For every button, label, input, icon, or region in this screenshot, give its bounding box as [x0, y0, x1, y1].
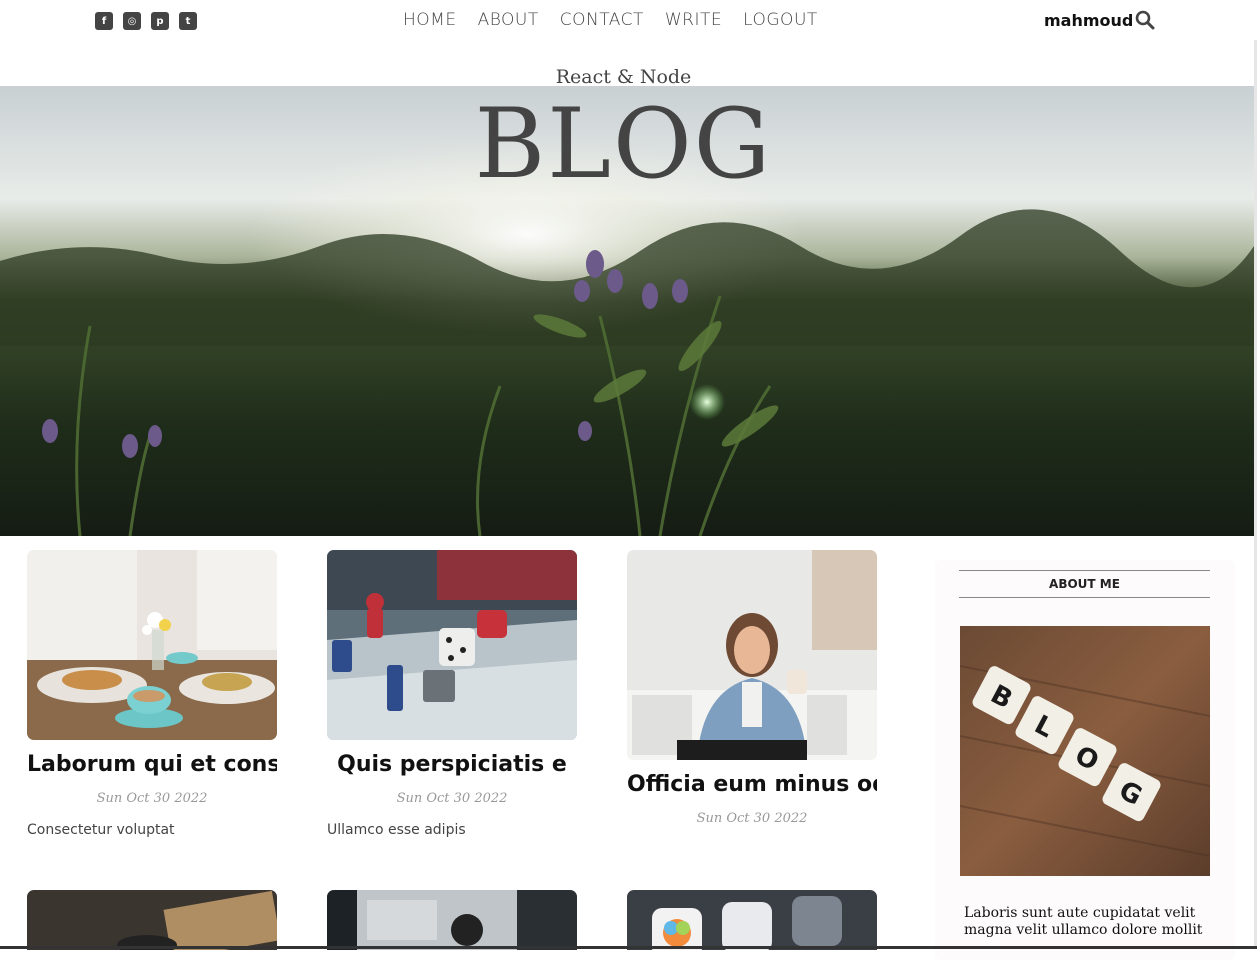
- post-card[interactable]: Quis perspiciatis e Sun Oct 30 2022 Ulla…: [327, 550, 577, 838]
- sidebar-image: B L O G: [960, 626, 1210, 876]
- post-date: Sun Oct 30 2022: [396, 791, 508, 806]
- sidebar-about-text: Laboris sunt aute cupidatat velit magna …: [964, 905, 1203, 938]
- user-area: mahmoud: [1044, 10, 1155, 30]
- username[interactable]: mahmoud: [1044, 11, 1133, 30]
- nav-logout[interactable]: LOGOUT: [743, 10, 818, 30]
- search-icon[interactable]: [1135, 10, 1155, 30]
- sidebar-title: ABOUT ME: [959, 570, 1210, 598]
- post-date: Sun Oct 30 2022: [96, 791, 208, 806]
- nav-home[interactable]: HOME: [403, 10, 457, 30]
- post-image[interactable]: [327, 890, 577, 950]
- sidebar: ABOUT ME B L O G Laboris sunt aute cupid…: [935, 560, 1235, 960]
- post-title[interactable]: Quis perspiciatis e: [327, 752, 577, 777]
- post-title[interactable]: Laborum qui et conse: [27, 752, 277, 777]
- post-card[interactable]: Officia eum minus od Sun Oct 30 2022: [627, 550, 877, 826]
- main-nav: HOME ABOUT CONTACT WRITE LOGOUT: [403, 10, 818, 30]
- post-card[interactable]: Laborum qui et conse Sun Oct 30 2022 Con…: [27, 550, 277, 838]
- post-image[interactable]: [327, 550, 577, 740]
- pinterest-square-icon[interactable]: p: [151, 12, 169, 30]
- top-bar: f ◎ p t HOME ABOUT CONTACT WRITE LOGOUT …: [0, 0, 1257, 40]
- instagram-square-icon[interactable]: ◎: [123, 12, 141, 30]
- nav-write[interactable]: WRITE: [665, 10, 722, 30]
- post-title[interactable]: Officia eum minus od: [627, 772, 877, 797]
- header-subtitle: React & Node: [555, 66, 692, 88]
- social-icons: f ◎ p t: [95, 12, 197, 30]
- post-image[interactable]: [627, 890, 877, 950]
- header-title: BLOG: [474, 88, 773, 200]
- post-image[interactable]: [627, 550, 877, 760]
- nav-about[interactable]: ABOUT: [478, 10, 539, 30]
- facebook-square-icon[interactable]: f: [95, 12, 113, 30]
- twitter-square-icon[interactable]: t: [179, 12, 197, 30]
- nav-contact[interactable]: CONTACT: [560, 10, 644, 30]
- post-description: Consectetur voluptat: [27, 822, 175, 838]
- post-description: Ullamco esse adipis: [327, 822, 466, 838]
- post-image[interactable]: [27, 550, 277, 740]
- post-image[interactable]: [27, 890, 277, 950]
- post-date: Sun Oct 30 2022: [696, 811, 808, 826]
